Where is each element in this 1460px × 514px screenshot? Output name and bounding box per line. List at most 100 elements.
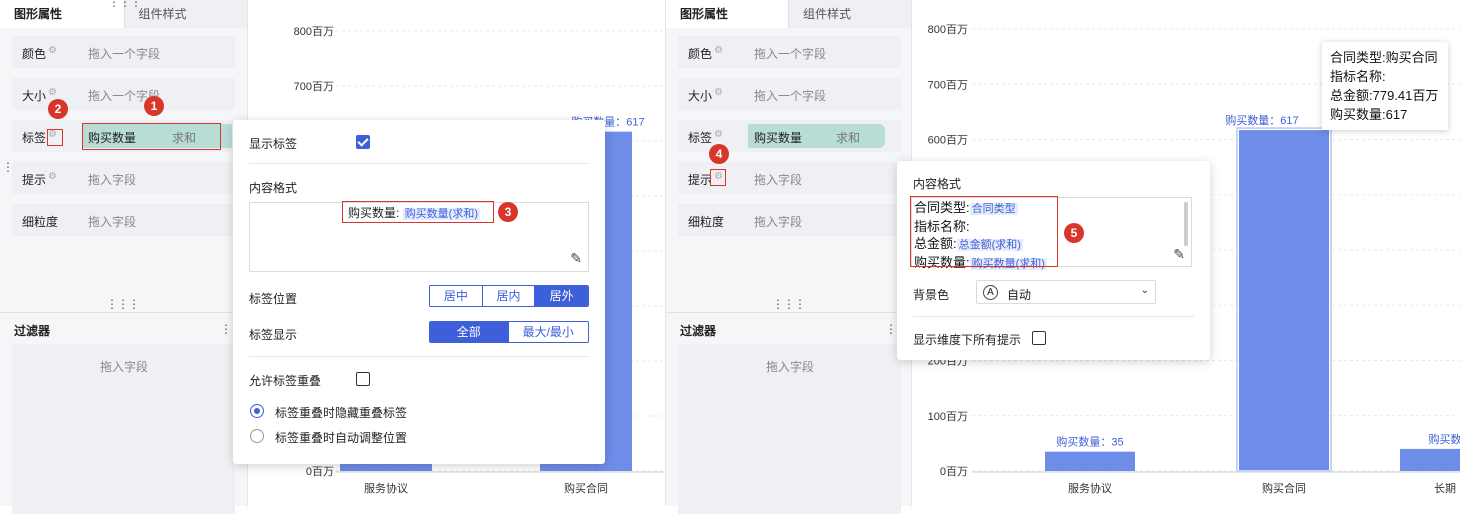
gear-icon[interactable]: ⚙ bbox=[714, 45, 723, 56]
label-field-pill[interactable]: 购买数量 求和 bbox=[748, 124, 885, 148]
prop-label-color: 颜色 bbox=[22, 45, 46, 62]
prop-placeholder-granularity: 拖入字段 bbox=[88, 213, 136, 230]
prop-row-color[interactable]: 颜色 ⚙ 拖入一个字段 bbox=[678, 36, 901, 68]
tab-graphic-properties[interactable]: 图形属性 bbox=[0, 0, 124, 28]
label-position-segmented: 居中 居内 居外 bbox=[429, 285, 589, 307]
prop-label-label: 标签 bbox=[22, 129, 46, 146]
position-inside[interactable]: 居内 bbox=[483, 286, 536, 306]
tooltip-line: 购买数量:617 bbox=[1330, 105, 1440, 124]
y-tick-label: 100百万 bbox=[928, 411, 968, 423]
prop-row-tooltip[interactable]: 提示 ⚙ 拖入字段 bbox=[12, 162, 235, 194]
panel-collapse-handle-icon[interactable]: ⋮ bbox=[2, 160, 14, 174]
show-label-text: 显示标签 bbox=[249, 135, 297, 152]
prop-row-granularity[interactable]: 细粒度 拖入字段 bbox=[678, 204, 901, 236]
prop-label-label: 标签 bbox=[688, 129, 712, 146]
y-tick-label: 0百万 bbox=[306, 466, 334, 478]
prop-row-color[interactable]: 颜色 ⚙ 拖入一个字段 bbox=[12, 36, 235, 68]
label-display-segmented: 全部 最大/最小 bbox=[429, 321, 589, 343]
gear-icon[interactable]: ⚙ bbox=[714, 129, 723, 140]
resize-handle-icon[interactable]: ⋮⋮⋮ bbox=[106, 300, 139, 308]
data-label: 购买数量：35 bbox=[1056, 435, 1123, 449]
x-tick-label: 购买合同 bbox=[564, 481, 608, 495]
content-format-title: 内容格式 bbox=[249, 179, 297, 196]
y-tick-label: 800百万 bbox=[294, 26, 334, 38]
edit-pen-icon[interactable]: ✎ bbox=[570, 250, 582, 267]
prop-placeholder-tooltip: 拖入字段 bbox=[754, 171, 802, 188]
prop-label-granularity: 细粒度 bbox=[688, 213, 724, 230]
prop-placeholder-size: 拖入一个字段 bbox=[754, 87, 826, 104]
display-max-min[interactable]: 最大/最小 bbox=[509, 322, 589, 342]
bar-3 bbox=[1400, 449, 1460, 471]
show-label-checkbox[interactable] bbox=[356, 135, 370, 149]
prop-placeholder-color: 拖入一个字段 bbox=[754, 45, 826, 62]
tooltip-line: 指标名称: bbox=[1330, 67, 1440, 86]
drag-handle-icon[interactable]: ⋮⋮⋮ bbox=[108, 0, 141, 6]
prop-label-color: 颜色 bbox=[688, 45, 712, 62]
radio-hide-overlap[interactable] bbox=[250, 404, 264, 418]
label-settings-popup: 显示标签 内容格式 购买数量: 购买数量(求和) ✎ 标签位置 居中 居内 居外… bbox=[233, 120, 605, 464]
x-tick-label: 服务协议 bbox=[1068, 481, 1112, 495]
filter-title: 过滤器 bbox=[14, 322, 50, 339]
divider bbox=[249, 163, 589, 164]
y-tick-label: 700百万 bbox=[928, 79, 968, 91]
tab-component-style[interactable]: 组件样式 bbox=[124, 0, 248, 28]
filter-placeholder: 拖入字段 bbox=[100, 358, 148, 375]
prop-placeholder-granularity: 拖入字段 bbox=[754, 213, 802, 230]
prop-label-tooltip: 提示 bbox=[688, 171, 712, 188]
bar-1 bbox=[1045, 452, 1135, 471]
divider bbox=[0, 312, 248, 313]
prop-row-size[interactable]: 大小 ⚙ 拖入一个字段 bbox=[12, 78, 235, 110]
allow-overlap-checkbox[interactable] bbox=[356, 372, 370, 386]
radio-auto-adjust[interactable] bbox=[250, 429, 264, 443]
prop-placeholder-color: 拖入一个字段 bbox=[88, 45, 160, 62]
prop-row-granularity[interactable]: 细粒度 拖入字段 bbox=[12, 204, 235, 236]
highlight-label-gear bbox=[47, 129, 63, 146]
label-position-title: 标签位置 bbox=[249, 290, 297, 307]
show-all-tips-checkbox[interactable] bbox=[1032, 331, 1046, 345]
prop-label-granularity: 细粒度 bbox=[22, 213, 58, 230]
divider bbox=[913, 316, 1194, 317]
bg-color-value: 自动 bbox=[1007, 286, 1031, 303]
gear-icon[interactable]: ⚙ bbox=[48, 87, 57, 98]
tooltip-line: 合同类型:购买合同 bbox=[1330, 48, 1440, 67]
gear-icon[interactable]: ⚙ bbox=[48, 171, 57, 182]
scrollbar[interactable] bbox=[1184, 202, 1188, 246]
data-label: 购买数 bbox=[1429, 432, 1460, 446]
bg-color-title: 背景色 bbox=[913, 286, 949, 303]
position-outside[interactable]: 居外 bbox=[535, 286, 588, 306]
radio-auto-adjust-label: 标签重叠时自动调整位置 bbox=[275, 429, 407, 446]
more-icon[interactable]: ⋮ bbox=[220, 322, 232, 336]
resize-handle-icon[interactable]: ⋮⋮⋮ bbox=[772, 300, 805, 308]
gear-icon[interactable]: ⚙ bbox=[48, 45, 57, 56]
filter-placeholder: 拖入字段 bbox=[766, 358, 814, 375]
display-all[interactable]: 全部 bbox=[430, 322, 509, 342]
filter-drop-zone[interactable]: 拖入字段 bbox=[12, 344, 235, 514]
step-badge-2: 2 bbox=[48, 99, 68, 119]
data-label: 购买数量：617 bbox=[1225, 113, 1298, 127]
step-badge-1: 1 bbox=[144, 96, 164, 116]
prop-label-size: 大小 bbox=[22, 87, 46, 104]
tooltip-line: 总金额:779.41百万 bbox=[1330, 86, 1440, 105]
more-icon[interactable]: ⋮ bbox=[885, 322, 897, 336]
x-tick-label: 长期 bbox=[1434, 482, 1456, 495]
prop-label-tooltip: 提示 bbox=[22, 171, 46, 188]
right-properties-panel: 图形属性 组件样式 颜色 ⚙ 拖入一个字段 大小 ⚙ 拖入一个字段 标签 ⚙ 购… bbox=[665, 0, 912, 506]
filter-title: 过滤器 bbox=[680, 322, 716, 339]
step-badge-4: 4 bbox=[709, 144, 729, 164]
y-tick-label: 0百万 bbox=[940, 466, 968, 478]
bar-2 bbox=[1239, 130, 1329, 471]
filter-drop-zone[interactable]: 拖入字段 bbox=[678, 344, 901, 514]
edit-pen-icon[interactable]: ✎ bbox=[1173, 246, 1185, 263]
gear-icon[interactable]: ⚙ bbox=[714, 87, 723, 98]
prop-row-size[interactable]: 大小 ⚙ 拖入一个字段 bbox=[678, 78, 901, 110]
position-center[interactable]: 居中 bbox=[430, 286, 483, 306]
x-tick-label: 服务协议 bbox=[364, 481, 408, 495]
tab-component-style[interactable]: 组件样式 bbox=[788, 0, 911, 28]
bg-color-select[interactable]: A 自动 ⌄ bbox=[976, 280, 1156, 304]
tab-graphic-properties[interactable]: 图形属性 bbox=[666, 0, 788, 28]
y-tick-label: 600百万 bbox=[928, 135, 968, 147]
x-tick-label: 购买合同 bbox=[1262, 481, 1306, 495]
label-display-title: 标签显示 bbox=[249, 326, 297, 343]
chart-hover-tooltip: 合同类型:购买合同 指标名称: 总金额:779.41百万 购买数量:617 bbox=[1322, 42, 1448, 130]
divider bbox=[249, 356, 589, 357]
